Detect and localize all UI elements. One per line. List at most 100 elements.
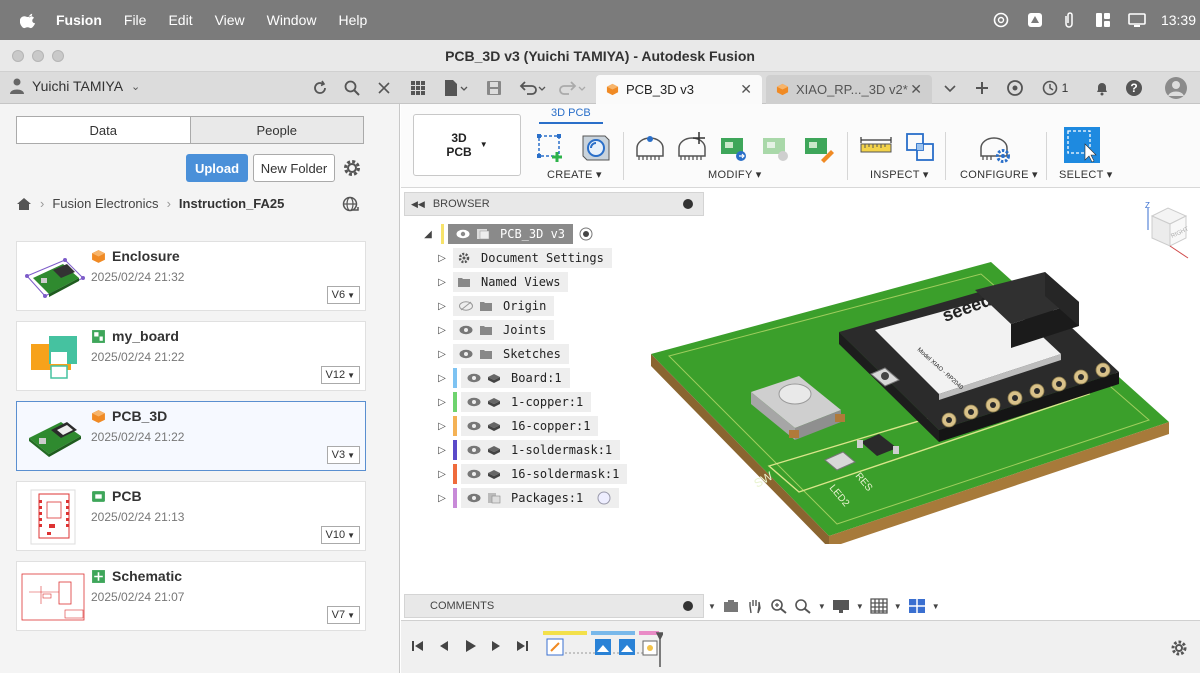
refresh-icon[interactable] [310,78,330,98]
tree-node-1-copper[interactable]: ▷ 1-copper:1 [435,390,627,414]
grid-settings-icon[interactable] [870,598,888,614]
caret-down-icon[interactable]: ▼ [708,602,716,611]
close-tab-icon[interactable]: ✕ [910,81,922,98]
expand-triangle-icon[interactable]: ▷ [435,397,449,408]
tab-pcb-3d[interactable]: PCB_3D v3 ✕ [596,75,762,104]
tree-node-document-settings[interactable]: ▷ Document Settings [435,246,627,270]
user-menu[interactable]: Yuichi TAMIYA ⌄ [10,78,140,94]
expand-triangle-icon[interactable]: ▷ [435,445,449,456]
help-icon[interactable]: ? [1124,78,1144,98]
close-window-button[interactable] [12,50,24,62]
create-sketch-icon[interactable] [535,130,569,164]
avatar[interactable] [1164,76,1188,100]
menu-file[interactable]: File [124,12,147,28]
eye-icon[interactable] [459,325,473,335]
breadcrumb-item-fusion-electronics[interactable]: Fusion Electronics [52,196,158,211]
search-icon[interactable] [342,78,362,98]
collapse-triangle-icon[interactable]: ◢ [421,229,435,240]
zoom-icon[interactable] [794,598,812,614]
tab-xiao-rp[interactable]: XIAO_RP..._3D v2* ✕ [766,75,932,104]
expand-triangle-icon[interactable]: ▷ [435,421,449,432]
play-icon[interactable] [463,639,477,653]
measure-icon[interactable] [859,130,893,164]
extensions-icon[interactable] [1005,78,1025,98]
apple-logo-icon[interactable] [20,11,38,29]
openai-status-icon[interactable] [991,10,1011,30]
modify-package-icon[interactable] [633,130,667,164]
zoom-window-button[interactable] [52,50,64,62]
tree-node-16-soldermask[interactable]: ▷ 16-soldermask:1 [435,462,628,486]
clock[interactable]: 13:39 [1161,12,1196,28]
camera-orbit-icon[interactable] [722,598,740,614]
zoom-window-icon[interactable] [770,598,788,614]
activate-radio-icon[interactable] [579,227,593,241]
save-icon[interactable] [484,78,504,98]
eye-icon[interactable] [467,469,481,479]
group-select[interactable]: SELECT ▾ [1059,168,1113,181]
create-component-icon[interactable] [579,130,613,164]
menu-view[interactable]: View [215,12,245,28]
paperclip-status-icon[interactable] [1059,10,1079,30]
interference-icon[interactable] [903,130,937,164]
collapse-left-icon[interactable]: ◀◀ [411,199,425,210]
tab-overflow-chevron-icon[interactable] [940,78,960,98]
package-feature-icon[interactable] [642,640,658,656]
close-panel-icon[interactable] [374,78,394,98]
expand-triangle-icon[interactable]: ▷ [435,253,449,264]
add-comment-icon[interactable] [683,601,693,611]
eye-hidden-icon[interactable] [459,301,473,311]
eye-icon[interactable] [467,493,481,503]
tree-node-joints[interactable]: ▷ Joints [435,318,627,342]
expand-triangle-icon[interactable]: ▷ [435,349,449,360]
tree-node-packages[interactable]: ▷ Packages:1 [435,486,627,510]
gear-icon[interactable] [342,158,362,178]
version-dropdown[interactable]: V6 ▼ [326,286,360,304]
timeline-marker[interactable] [655,632,663,667]
layout-status-icon[interactable] [1093,10,1113,30]
close-tab-icon[interactable]: ✕ [740,81,752,98]
caret-down-icon[interactable]: ▼ [856,602,864,611]
home-icon[interactable] [16,197,32,211]
group-create[interactable]: CREATE ▾ [547,168,602,181]
display-settings-icon[interactable] [832,598,850,614]
caret-down-icon[interactable]: ▼ [932,602,940,611]
new-tab-plus-icon[interactable] [972,78,992,98]
viewcube[interactable]: Z RIGHT [1136,200,1192,266]
version-dropdown[interactable]: V12 ▼ [320,366,360,384]
expand-triangle-icon[interactable]: ▷ [435,373,449,384]
app-grid-icon[interactable] [408,78,428,98]
list-item[interactable]: Enclosure 2025/02/24 21:32 V6 ▼ [16,241,366,311]
list-item[interactable]: PCB_3D 2025/02/24 21:22 V3 ▼ [16,401,366,471]
activate-radio-icon[interactable] [597,491,611,505]
workspace-switcher[interactable]: 3D PCB ▼ [413,114,521,176]
version-dropdown[interactable]: V3 ▼ [326,446,360,464]
app-menu[interactable]: Fusion [56,12,102,28]
job-status-clock-icon[interactable]: 1 [1040,78,1070,98]
step-back-icon[interactable] [437,639,451,653]
select-icon[interactable] [1063,126,1101,164]
expand-triangle-icon[interactable]: ▷ [435,277,449,288]
configure-icon[interactable] [977,130,1011,164]
push-to-board-icon[interactable] [717,130,751,164]
group-inspect[interactable]: INSPECT ▾ [870,168,929,181]
new-folder-button[interactable]: New Folder [253,154,335,182]
menu-help[interactable]: Help [338,12,367,28]
minimize-window-button[interactable] [32,50,44,62]
comments-panel-header[interactable]: COMMENTS [404,594,704,618]
tree-node-1-soldermask[interactable]: ▷ 1-soldermask:1 [435,438,627,462]
timeline-settings-gear-icon[interactable] [1170,639,1188,657]
redo-icon[interactable] [556,78,590,98]
menu-window[interactable]: Window [267,12,317,28]
tab-3d-pcb[interactable]: 3D PCB [539,107,603,124]
tree-node-board[interactable]: ▷ Board:1 [435,366,627,390]
edit-board-icon[interactable] [801,130,835,164]
group-modify[interactable]: MODIFY ▾ [708,168,762,181]
expand-triangle-icon[interactable]: ▷ [435,301,449,312]
go-to-end-icon[interactable] [515,639,529,653]
timeline-track[interactable] [543,631,663,667]
tree-node-sketches[interactable]: ▷ Sketches [435,342,627,366]
eye-icon[interactable] [459,349,473,359]
move-package-icon[interactable] [675,130,709,164]
list-item[interactable]: PCB 2025/02/24 21:13 V10 ▼ [16,481,366,551]
step-forward-icon[interactable] [489,639,503,653]
